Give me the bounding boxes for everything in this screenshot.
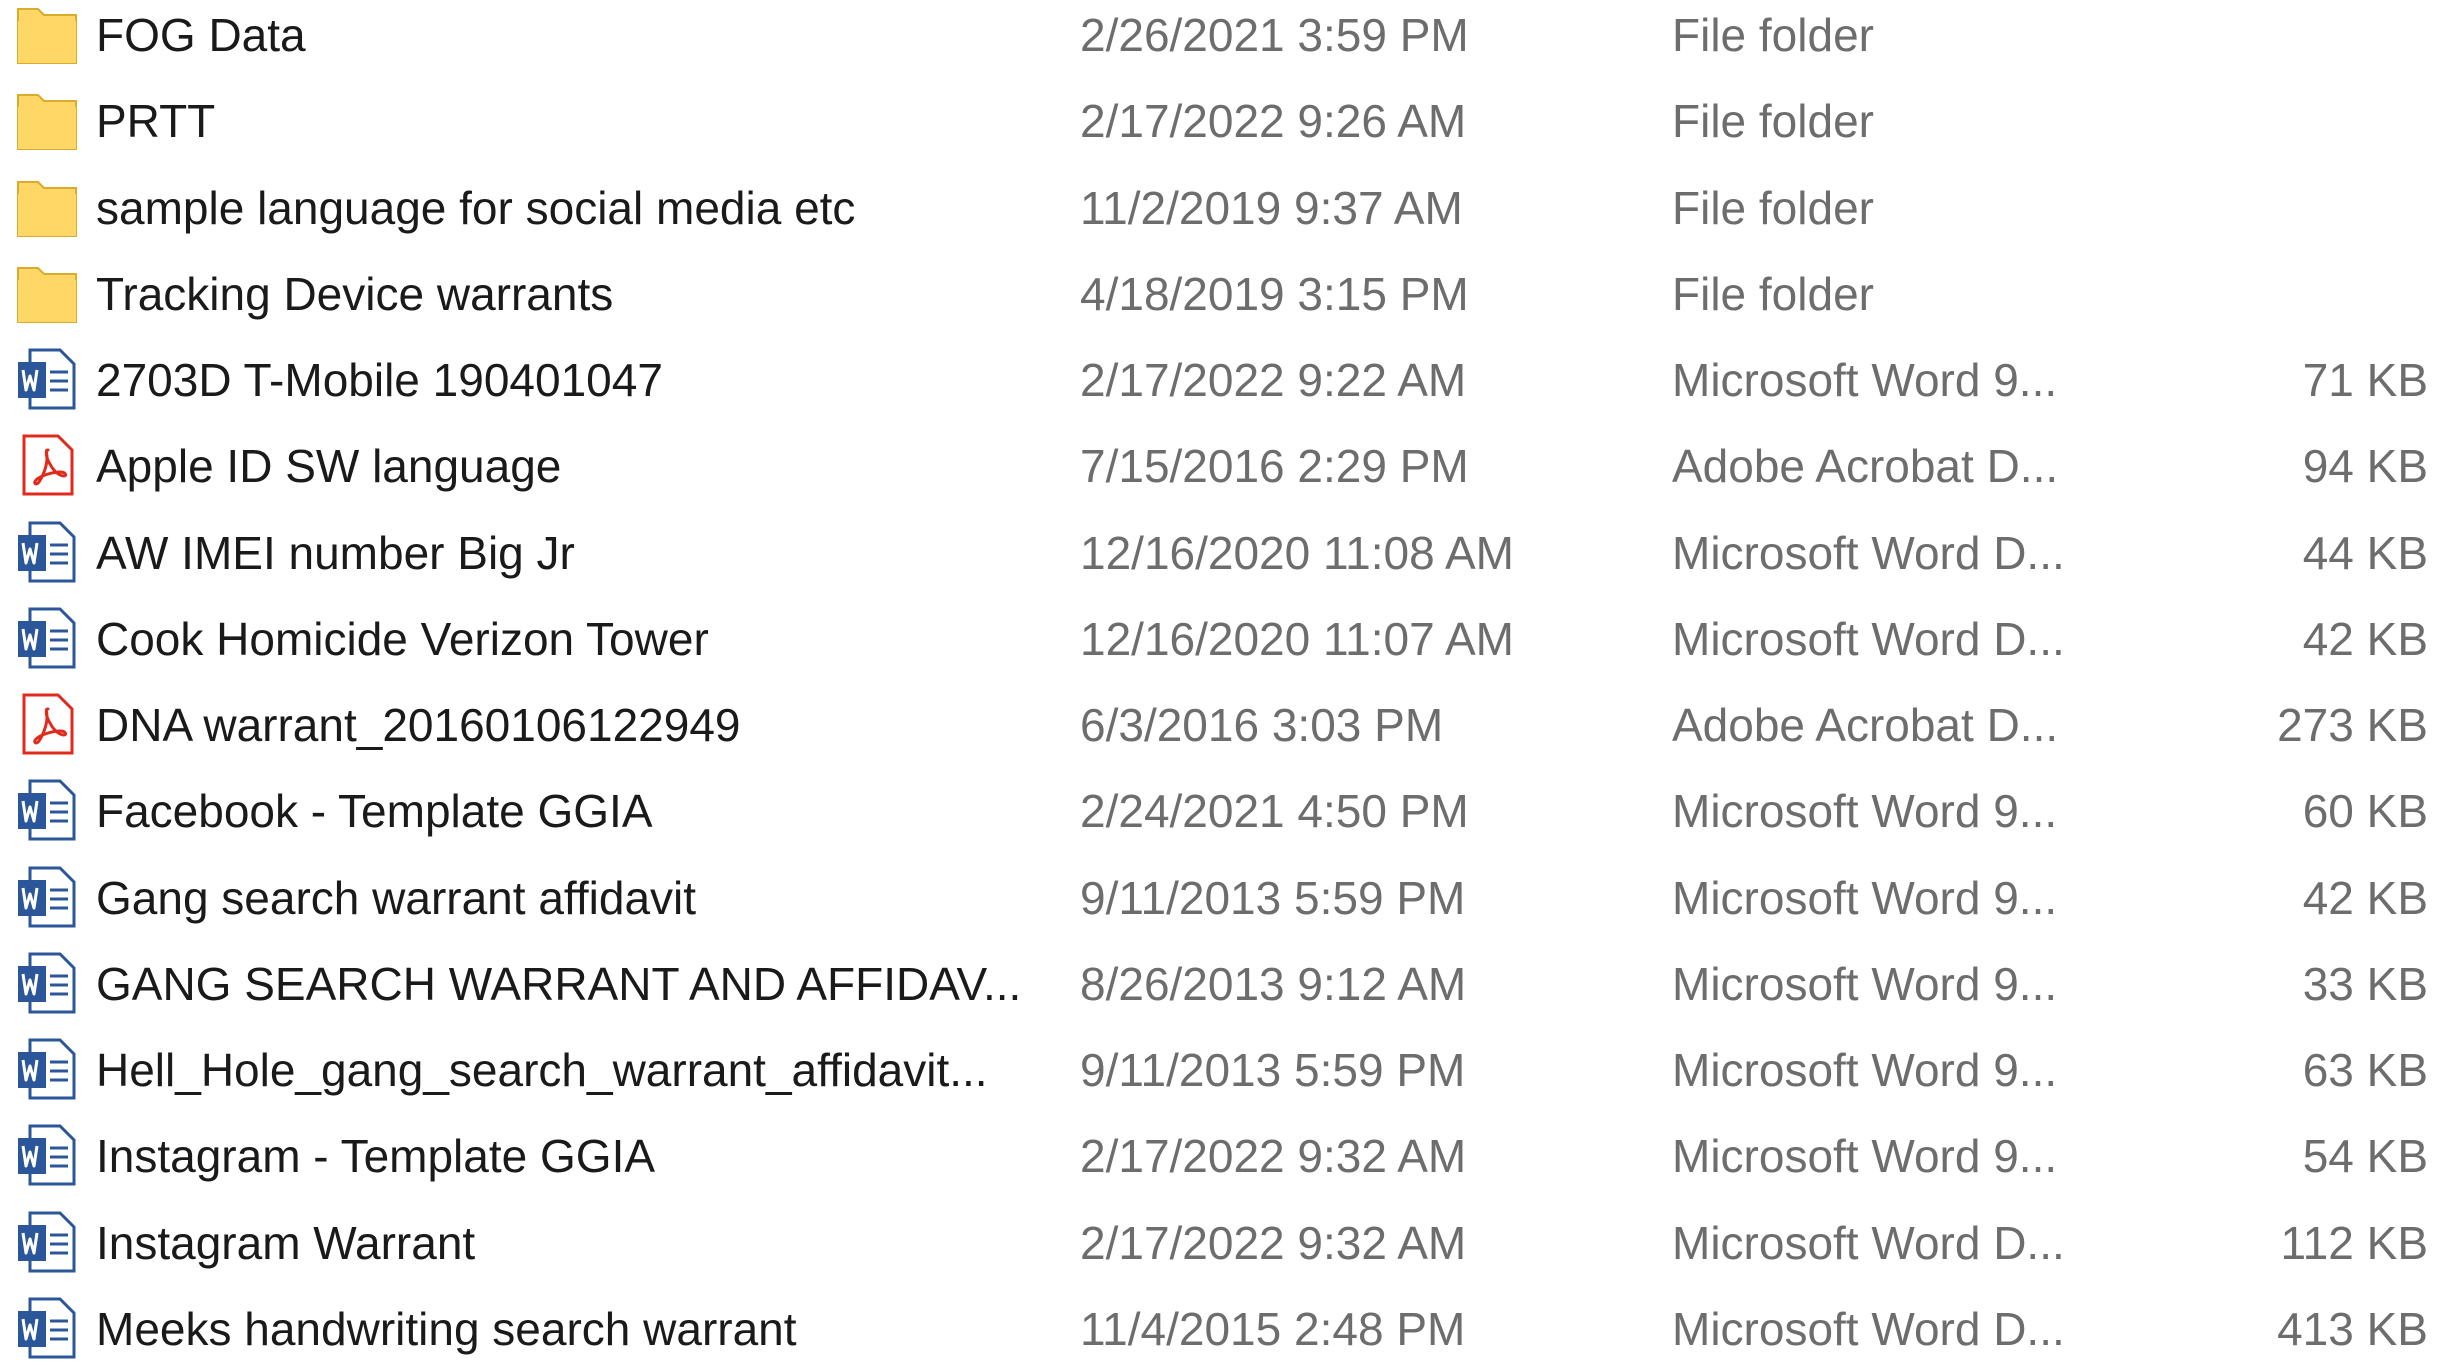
- file-date-modified: 7/15/2016 2:29 PM: [1080, 440, 1469, 493]
- file-type: Adobe Acrobat D...: [1672, 699, 2059, 751]
- file-row[interactable]: Instagram Warrant 2/17/2022 9:32 AM Micros…: [0, 1200, 2448, 1286]
- file-name: Gang search warrant affidavit: [96, 871, 697, 924]
- file-row[interactable]: PRTT 2/17/2022 9:26 AM File folder: [0, 78, 2448, 164]
- file-date-modified: 2/26/2021 3:59 PM: [1080, 9, 1469, 61]
- file-name: AW IMEI number Big Jr: [96, 526, 575, 579]
- file-row[interactable]: 2703D T-Mobile 190401047 2/17/2022 9:22 A…: [0, 337, 2448, 423]
- file-row[interactable]: GANG SEARCH WARRANT AND AFFIDAV... 8/26/2…: [0, 941, 2448, 1027]
- file-size: 33 KB: [2302, 957, 2428, 1010]
- file-type: Microsoft Word 9...: [1672, 1130, 2058, 1183]
- file-date-modified: 2/24/2021 4:50 PM: [1080, 785, 1469, 838]
- folder-icon: [16, 87, 78, 153]
- file-row[interactable]: Gang search warrant affidavit 9/11/2013 5…: [0, 855, 2448, 941]
- file-date-modified: 4/18/2019 3:15 PM: [1080, 267, 1469, 320]
- word-document-icon: [16, 950, 78, 1016]
- folder-icon: [16, 260, 78, 326]
- file-row[interactable]: Meeks handwriting search warrant 11/4/201…: [0, 1286, 2448, 1372]
- file-date-modified: 8/26/2013 9:12 AM: [1080, 957, 1467, 1010]
- file-date-modified: 9/11/2013 5:59 PM: [1080, 871, 1466, 924]
- file-type: Microsoft Word 9...: [1672, 957, 2058, 1010]
- file-date-modified: 2/17/2022 9:26 AM: [1080, 95, 1467, 148]
- file-name: Instagram - Template GGIA: [96, 1130, 656, 1183]
- file-date-modified: 2/17/2022 9:22 AM: [1080, 354, 1467, 406]
- file-size: 273 KB: [2277, 699, 2428, 751]
- file-type: File folder: [1672, 9, 1874, 61]
- folder-icon: [16, 174, 78, 240]
- file-name: Hell_Hole_gang_search_warrant_affidavit.…: [96, 1044, 988, 1096]
- file-date-modified: 2/17/2022 9:32 AM: [1080, 1216, 1467, 1269]
- file-size: 60 KB: [2302, 785, 2428, 838]
- word-document-icon: [16, 346, 78, 412]
- file-date-modified: 12/16/2020 11:08 AM: [1080, 526, 1514, 579]
- file-size: [2180, 251, 2428, 337]
- file-type: Microsoft Word 9...: [1672, 354, 2058, 406]
- file-row[interactable]: DNA warrant_20160106122949 6/3/2016 3:03 …: [0, 682, 2448, 768]
- file-size: 71 KB: [2302, 354, 2428, 406]
- word-document-icon: [16, 1209, 78, 1275]
- word-document-icon: [16, 1295, 78, 1361]
- file-size: [2180, 0, 2428, 78]
- file-row[interactable]: Tracking Device warrants 4/18/2019 3:15 P…: [0, 251, 2448, 337]
- file-row[interactable]: FOG Data 2/26/2021 3:59 PM File folder: [0, 0, 2448, 78]
- file-name: Instagram Warrant: [96, 1216, 476, 1269]
- file-size: 42 KB: [2302, 612, 2428, 665]
- folder-icon: [16, 1, 78, 67]
- file-row[interactable]: sample language for social media etc 11/2…: [0, 165, 2448, 251]
- file-row[interactable]: Cook Homicide Verizon Tower 12/16/2020 11…: [0, 596, 2448, 682]
- file-row[interactable]: Facebook - Template GGIA 2/24/2021 4:50 P…: [0, 768, 2448, 854]
- word-document-icon: [16, 864, 78, 930]
- pdf-document-icon: [16, 691, 78, 757]
- file-date-modified: 9/11/2013 5:59 PM: [1080, 1044, 1466, 1096]
- file-row[interactable]: Apple ID SW language 7/15/2016 2:29 PM Ado…: [0, 423, 2448, 509]
- file-name: PRTT: [96, 95, 216, 148]
- file-row[interactable]: AW IMEI number Big Jr 12/16/2020 11:08 AM…: [0, 510, 2448, 596]
- file-name: Facebook - Template GGIA: [96, 785, 653, 838]
- file-size: 44 KB: [2302, 526, 2428, 579]
- word-document-icon: [16, 1122, 78, 1188]
- file-date-modified: 12/16/2020 11:07 AM: [1080, 612, 1514, 665]
- file-name: Apple ID SW language: [96, 440, 562, 493]
- file-type: Microsoft Word D...: [1672, 1302, 2065, 1355]
- file-size: 94 KB: [2302, 440, 2428, 493]
- file-name: GANG SEARCH WARRANT AND AFFIDAV...: [96, 957, 1022, 1010]
- pdf-document-icon: [16, 432, 78, 498]
- file-name: DNA warrant_20160106122949: [96, 699, 741, 751]
- file-list: FOG Data 2/26/2021 3:59 PM File folder PRTT…: [0, 0, 2448, 1359]
- file-type: Microsoft Word D...: [1672, 612, 2065, 665]
- file-name: Meeks handwriting search warrant: [96, 1302, 797, 1355]
- file-size: 63 KB: [2302, 1044, 2428, 1096]
- file-row[interactable]: Hell_Hole_gang_search_warrant_affidavit.…: [0, 1027, 2448, 1113]
- file-name: 2703D T-Mobile 190401047: [96, 354, 663, 406]
- file-name: sample language for social media etc: [96, 181, 856, 234]
- file-size: 112 KB: [2280, 1216, 2428, 1269]
- file-name: Tracking Device warrants: [96, 267, 614, 320]
- file-type: Microsoft Word 9...: [1672, 871, 2058, 924]
- word-document-icon: [16, 519, 78, 585]
- file-size: [2180, 165, 2428, 251]
- file-date-modified: 11/4/2015 2:48 PM: [1080, 1302, 1466, 1355]
- file-type: File folder: [1672, 95, 1874, 148]
- file-type: Microsoft Word 9...: [1672, 1044, 2058, 1096]
- file-name: Cook Homicide Verizon Tower: [96, 612, 709, 665]
- file-size: 413 KB: [2277, 1302, 2428, 1355]
- file-type: File folder: [1672, 267, 1874, 320]
- file-type: Adobe Acrobat D...: [1672, 440, 2059, 493]
- file-date-modified: 11/2/2019 9:37 AM: [1080, 181, 1463, 234]
- word-document-icon: [16, 1036, 78, 1102]
- file-date-modified: 2/17/2022 9:32 AM: [1080, 1130, 1467, 1183]
- word-document-icon: [16, 605, 78, 671]
- file-date-modified: 6/3/2016 3:03 PM: [1080, 699, 1444, 751]
- file-type: Microsoft Word D...: [1672, 526, 2065, 579]
- word-document-icon: [16, 777, 78, 843]
- file-type: File folder: [1672, 181, 1874, 234]
- file-size: [2180, 78, 2428, 164]
- file-size: 42 KB: [2302, 871, 2428, 924]
- file-name: FOG Data: [96, 9, 306, 61]
- file-row[interactable]: Instagram - Template GGIA 2/17/2022 9:32 …: [0, 1113, 2448, 1199]
- file-type: Microsoft Word D...: [1672, 1216, 2065, 1269]
- file-type: Microsoft Word 9...: [1672, 785, 2058, 838]
- file-size: 54 KB: [2302, 1130, 2428, 1183]
